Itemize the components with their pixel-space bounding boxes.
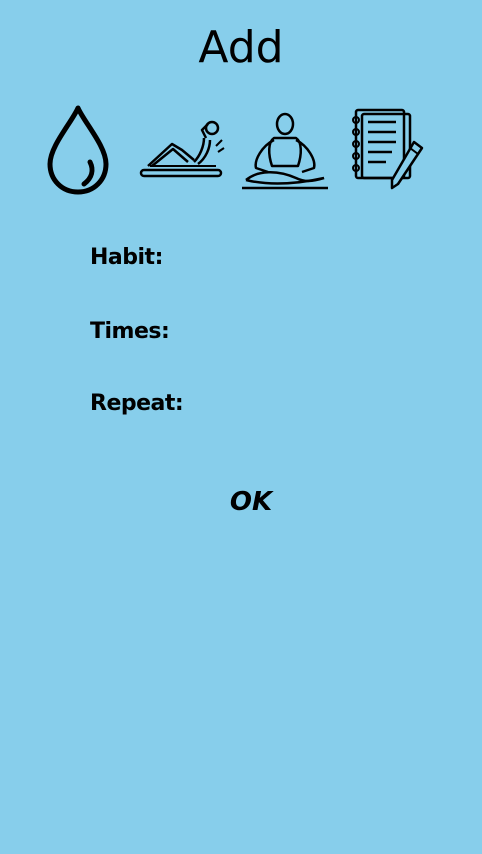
- meditation-icon[interactable]: [238, 110, 332, 192]
- exercise-icon[interactable]: [138, 116, 226, 180]
- notes-icon[interactable]: [348, 106, 428, 194]
- ok-button[interactable]: OK: [211, 484, 291, 520]
- add-habit-screen: Add Habit: Times: Repeat: OK: [0, 0, 482, 854]
- habit-label: Habit:: [90, 245, 163, 270]
- times-label: Times:: [90, 319, 170, 344]
- water-drop-icon[interactable]: [44, 104, 112, 196]
- repeat-label: Repeat:: [90, 391, 184, 416]
- page-title: Add: [198, 22, 284, 73]
